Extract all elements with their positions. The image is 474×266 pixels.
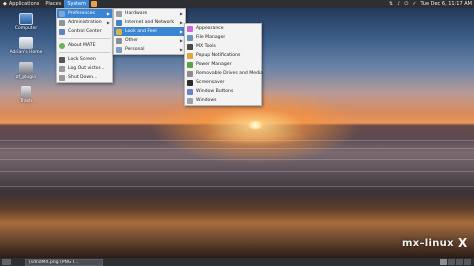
- file-manager-launcher-icon[interactable]: [90, 1, 97, 7]
- submenu-arrow-icon: ▶: [179, 38, 183, 43]
- menu-separator: [59, 52, 110, 53]
- workspace-1[interactable]: [440, 259, 447, 265]
- laf-item-file-manager[interactable]: File Manager: [185, 33, 261, 42]
- submenu-item-internet-and-network[interactable]: Internet and Network ▶: [114, 18, 185, 27]
- notifications-icon: [187, 52, 193, 59]
- submenu-item-hardware[interactable]: Hardware ▶: [114, 9, 185, 18]
- workspace-3[interactable]: [456, 259, 463, 265]
- workspace-2[interactable]: [448, 259, 455, 265]
- sun-glow: [200, 128, 310, 146]
- laf-item-windows[interactable]: Windows: [185, 96, 261, 105]
- control-center-icon: [59, 28, 65, 35]
- network-icon[interactable]: ⇅: [389, 1, 393, 7]
- removable-drive-icon: [187, 70, 193, 77]
- laf-item-popup-notifications[interactable]: Popup Notifications: [185, 51, 261, 60]
- laf-item-power-manager[interactable]: Power Manager: [185, 60, 261, 69]
- menu-item-log-out[interactable]: Log Out victor...: [57, 64, 112, 73]
- power-manager-icon: [187, 61, 193, 68]
- submenu-arrow-icon: ▶: [179, 47, 183, 52]
- clock[interactable]: Tue Dec 6, 11:17 AM: [421, 1, 473, 7]
- system-menu[interactable]: System: [64, 0, 89, 8]
- preferences-submenu: Hardware ▶ Internet and Network ▶ Look a…: [113, 8, 186, 55]
- top-panel: ◆ Applications Places System ⇅ ♪ ⏻ ✓ Tue …: [0, 0, 474, 8]
- menu-item-control-center[interactable]: Control Center: [57, 27, 112, 36]
- show-desktop-button[interactable]: [2, 259, 11, 265]
- screensaver-icon: [187, 79, 193, 86]
- laf-item-removable-drives[interactable]: Removable Drives and Media: [185, 69, 263, 78]
- mx-logo-icon: ◆: [3, 1, 7, 7]
- taskbar-window-button[interactable]: [sdndMX.png (PNG I...: [25, 258, 103, 266]
- desktop-icon-trash[interactable]: Trash: [9, 86, 43, 104]
- personal-icon: [116, 46, 122, 53]
- home-folder-icon: [19, 37, 33, 49]
- update-icon[interactable]: ✓: [412, 1, 416, 7]
- preferences-icon: [59, 10, 65, 17]
- submenu-arrow-icon: ▶: [179, 29, 183, 34]
- desktop-icon-disk[interactable]: af_plugin: [9, 62, 43, 80]
- disk-icon: [19, 62, 33, 74]
- submenu-arrow-icon: ▶: [179, 20, 183, 25]
- windows-icon: [187, 97, 193, 104]
- administration-icon: [59, 19, 65, 26]
- submenu-arrow-icon: ▶: [106, 20, 110, 25]
- menu-item-preferences[interactable]: Preferences ▶: [57, 9, 112, 18]
- places-menu[interactable]: Places: [42, 0, 64, 8]
- trash-icon: [21, 86, 31, 98]
- shutdown-icon: [59, 74, 65, 81]
- submenu-item-personal[interactable]: Personal ▶: [114, 45, 185, 54]
- desktop-icon-computer[interactable]: Computer: [9, 13, 43, 31]
- look-and-feel-submenu: Appearance File Manager MX Tools Popup N…: [184, 23, 263, 106]
- power-icon[interactable]: ⏻: [404, 1, 408, 7]
- submenu-item-look-and-feel[interactable]: Look and Feel ▶: [114, 27, 185, 36]
- look-and-feel-icon: [116, 28, 122, 35]
- volume-icon[interactable]: ♪: [397, 1, 400, 7]
- other-icon: [116, 37, 122, 44]
- submenu-arrow-icon: ▶: [106, 11, 110, 16]
- menu-item-about-mate[interactable]: About MATE: [57, 41, 112, 50]
- computer-icon: [19, 13, 33, 25]
- mx-x-logo-icon: X: [458, 236, 468, 250]
- file-manager-icon: [187, 34, 193, 41]
- laf-item-screensaver[interactable]: Screensaver: [185, 78, 261, 87]
- menu-item-shut-down[interactable]: Shut Down...: [57, 73, 112, 82]
- menu-item-lock-screen[interactable]: Lock Screen: [57, 55, 112, 64]
- laf-item-appearance[interactable]: Appearance: [185, 24, 261, 33]
- menu-separator: [59, 38, 110, 39]
- laf-item-window-buttons[interactable]: Window Buttons: [185, 87, 261, 96]
- mx-linux-logo: mx–linux: [402, 238, 454, 249]
- laf-item-mx-tools[interactable]: MX Tools: [185, 42, 261, 51]
- workspace-4[interactable]: [464, 259, 471, 265]
- appearance-icon: [187, 25, 193, 32]
- about-icon: [59, 42, 65, 49]
- workspace-switcher: [440, 259, 471, 265]
- menu-item-administration[interactable]: Administration ▶: [57, 18, 112, 27]
- submenu-arrow-icon: ▶: [179, 11, 183, 16]
- submenu-item-other[interactable]: Other ▶: [114, 36, 185, 45]
- applications-menu[interactable]: ◆ Applications: [0, 0, 42, 8]
- bottom-panel: [sdndMX.png (PNG I...: [0, 258, 474, 266]
- system-menu-popup: Preferences ▶ Administration ▶ Control C…: [56, 8, 113, 83]
- panel-menu-bar: ◆ Applications Places System: [0, 0, 99, 8]
- lock-icon: [59, 56, 65, 63]
- window-buttons-icon: [187, 88, 193, 95]
- system-tray: ⇅ ♪ ⏻ ✓ Tue Dec 6, 11:17 AM: [389, 1, 474, 7]
- mx-tools-icon: [187, 43, 193, 50]
- sun: [249, 121, 262, 129]
- network-globe-icon: [116, 19, 122, 26]
- desktop-icon-home[interactable]: Adrian's Home: [9, 37, 43, 55]
- logout-icon: [59, 65, 65, 72]
- hardware-icon: [116, 10, 122, 17]
